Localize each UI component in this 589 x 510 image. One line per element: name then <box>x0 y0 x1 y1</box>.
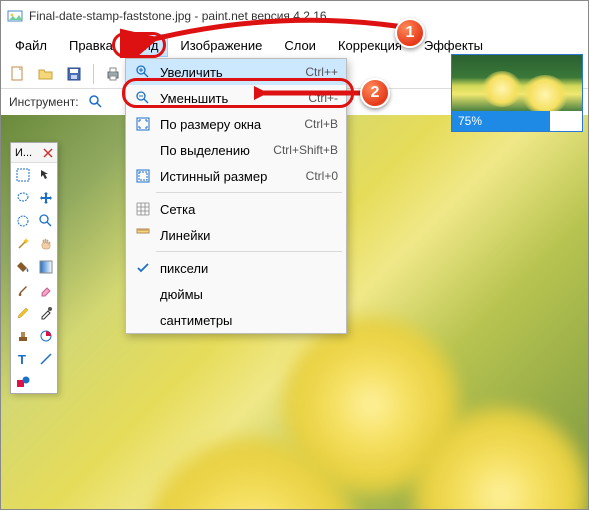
titlebar: Final-date-stamp-faststone.jpg - paint.n… <box>1 1 588 31</box>
tool-move-selection[interactable] <box>34 186 57 209</box>
actual-size-icon <box>130 168 156 184</box>
menuitem-label: сантиметры <box>156 313 338 328</box>
tool-ellipse-select[interactable] <box>11 209 34 232</box>
close-icon[interactable] <box>43 148 53 158</box>
menuitem-label: Сетка <box>156 202 338 217</box>
tools-panel: И... T <box>10 142 58 394</box>
zoom-in-icon <box>130 64 156 80</box>
print-button[interactable] <box>102 63 124 85</box>
menuitem-inches[interactable]: дюймы <box>126 281 346 307</box>
menu-view[interactable]: Вид <box>125 34 169 57</box>
menuitem-actual-size[interactable]: Истинный размер Ctrl+0 <box>126 163 346 189</box>
menu-file[interactable]: Файл <box>5 34 57 57</box>
thumb-content <box>482 71 522 107</box>
menuitem-zoom-out[interactable]: Уменьшить Ctrl+- <box>126 85 346 111</box>
menuitem-label: дюймы <box>156 287 338 302</box>
tools-panel-title: И... <box>11 143 57 163</box>
tool-pan[interactable] <box>34 232 57 255</box>
thumb-content <box>522 75 568 115</box>
menuitem-zoom-in[interactable]: Увеличить Ctrl++ <box>126 59 346 85</box>
dropdown-separator <box>156 251 342 252</box>
tool-zoom[interactable] <box>34 209 57 232</box>
tool-magic-wand[interactable] <box>11 232 34 255</box>
tool-brush[interactable] <box>11 278 34 301</box>
menuitem-fit-selection[interactable]: По выделению Ctrl+Shift+B <box>126 137 346 163</box>
zoom-out-icon <box>130 90 156 106</box>
toolbar-sep-1 <box>93 64 94 84</box>
menu-image[interactable]: Изображение <box>170 34 272 57</box>
badge-number: 2 <box>371 84 380 102</box>
tools-panel-title-text: И... <box>15 147 32 159</box>
menuitem-rulers[interactable]: Линейки <box>126 222 346 248</box>
instrument-zoom-icon[interactable] <box>85 91 107 113</box>
menuitem-fit-window[interactable]: По размеру окна Ctrl+B <box>126 111 346 137</box>
menuitem-centimeters[interactable]: сантиметры <box>126 307 346 333</box>
tool-lasso[interactable] <box>11 186 34 209</box>
tool-pencil[interactable] <box>11 301 34 324</box>
menuitem-shortcut: Ctrl+- <box>308 91 338 105</box>
window-title: Final-date-stamp-faststone.jpg - paint.n… <box>29 9 327 23</box>
save-button[interactable] <box>63 63 85 85</box>
menu-layers[interactable]: Слои <box>274 34 326 57</box>
menuitem-label: Истинный размер <box>156 169 306 184</box>
check-icon <box>130 260 156 276</box>
tool-shapes[interactable] <box>11 370 34 393</box>
menuitem-grid[interactable]: Сетка <box>126 196 346 222</box>
menuitem-shortcut: Ctrl+0 <box>306 169 338 183</box>
menuitem-shortcut: Ctrl+Shift+B <box>273 143 338 157</box>
tool-gradient[interactable] <box>34 255 57 278</box>
thumbnail-image <box>452 55 582 111</box>
dropdown-separator <box>156 192 342 193</box>
badge-number: 1 <box>406 24 415 42</box>
new-button[interactable] <box>7 63 29 85</box>
tool-text[interactable]: T <box>11 347 34 370</box>
thumbnail-panel[interactable]: 75% <box>451 54 583 132</box>
tool-eraser[interactable] <box>34 278 57 301</box>
svg-text:T: T <box>18 352 26 366</box>
tool-color-picker[interactable] <box>34 301 57 324</box>
tool-fill[interactable] <box>11 255 34 278</box>
grid-icon <box>130 201 156 217</box>
menuitem-pixels[interactable]: пиксели <box>126 255 346 281</box>
menuitem-label: По размеру окна <box>156 117 304 132</box>
view-dropdown: Увеличить Ctrl++ Уменьшить Ctrl+- По раз… <box>125 58 347 334</box>
app-icon <box>7 8 23 24</box>
menuitem-label: Увеличить <box>156 65 305 80</box>
tool-clone[interactable] <box>11 324 34 347</box>
menuitem-shortcut: Ctrl++ <box>305 65 338 79</box>
rulers-icon <box>130 227 156 243</box>
tools-grid: T <box>11 163 57 393</box>
menu-edit[interactable]: Правка <box>59 34 123 57</box>
progress-text: 75% <box>452 114 482 128</box>
open-button[interactable] <box>35 63 57 85</box>
tool-line[interactable] <box>34 347 57 370</box>
tool-move[interactable] <box>34 163 57 186</box>
menuitem-label: По выделению <box>156 143 273 158</box>
menuitem-label: Уменьшить <box>156 91 308 106</box>
menuitem-label: пиксели <box>156 261 338 276</box>
tool-rect-select[interactable] <box>11 163 34 186</box>
menuitem-label: Линейки <box>156 228 338 243</box>
annotation-badge-1: 1 <box>395 18 425 48</box>
menuitem-shortcut: Ctrl+B <box>304 117 338 131</box>
tool-empty <box>34 370 57 393</box>
annotation-badge-2: 2 <box>360 78 390 108</box>
instrument-label: Инструмент: <box>9 95 79 109</box>
thumbnail-progress: 75% <box>452 111 582 131</box>
fit-window-icon <box>130 116 156 132</box>
tool-recolor[interactable] <box>34 324 57 347</box>
